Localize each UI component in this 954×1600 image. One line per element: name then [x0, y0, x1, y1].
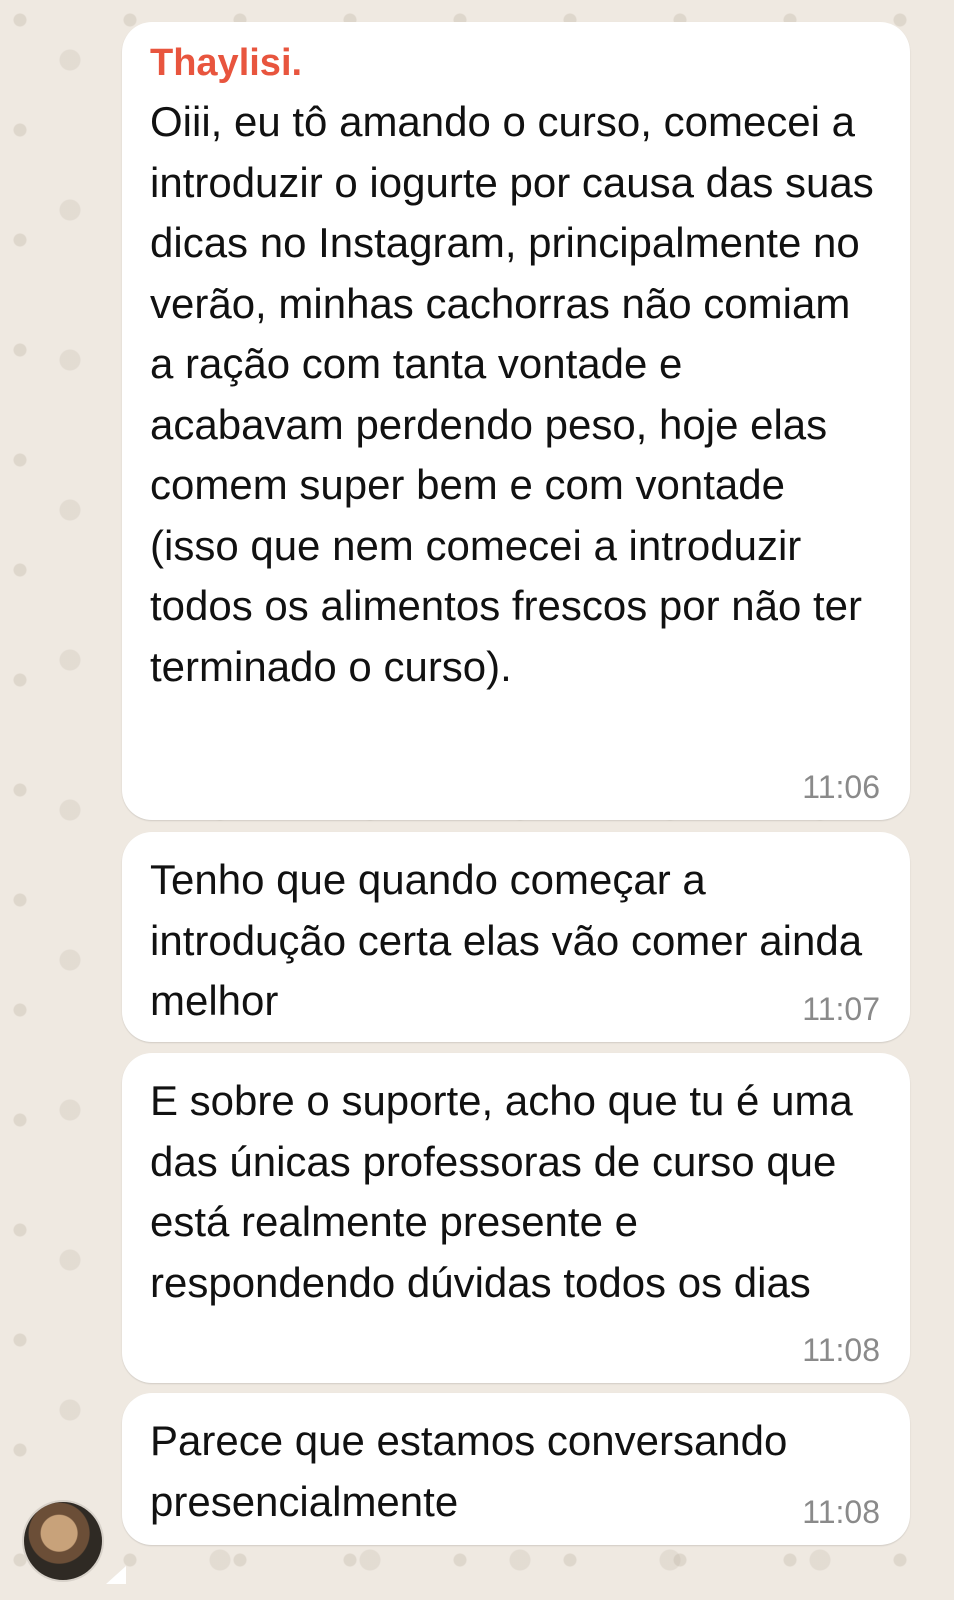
message-bubble-2[interactable]: Tenho que quando começar a introdução ce… — [122, 832, 910, 1042]
message-bubble-4[interactable]: Parece que estamos conversando presencia… — [122, 1393, 910, 1545]
message-time: 11:08 — [802, 1332, 880, 1368]
sender-name: Thaylisi. — [150, 42, 303, 84]
message-text: Oiii, eu tô amando o curso, comecei a in… — [150, 98, 874, 690]
contact-avatar-icon[interactable] — [22, 1500, 104, 1582]
message-time: 11:06 — [802, 769, 880, 805]
message-time: 11:07 — [802, 991, 880, 1027]
message-bubble-3[interactable]: E sobre o suporte, acho que tu é uma das… — [122, 1053, 910, 1383]
message-text: E sobre o suporte, acho que tu é uma das… — [150, 1077, 853, 1306]
message-text: Parece que estamos conversando presencia… — [150, 1417, 788, 1525]
chat-area[interactable]: Thaylisi. Oiii, eu tô amando o curso, co… — [0, 0, 954, 1600]
message-time: 11:08 — [802, 1494, 880, 1530]
message-text: Tenho que quando começar a introdução ce… — [150, 856, 863, 1024]
message-bubble-1[interactable]: Thaylisi. Oiii, eu tô amando o curso, co… — [122, 22, 910, 820]
bubble-tail — [106, 1566, 126, 1584]
